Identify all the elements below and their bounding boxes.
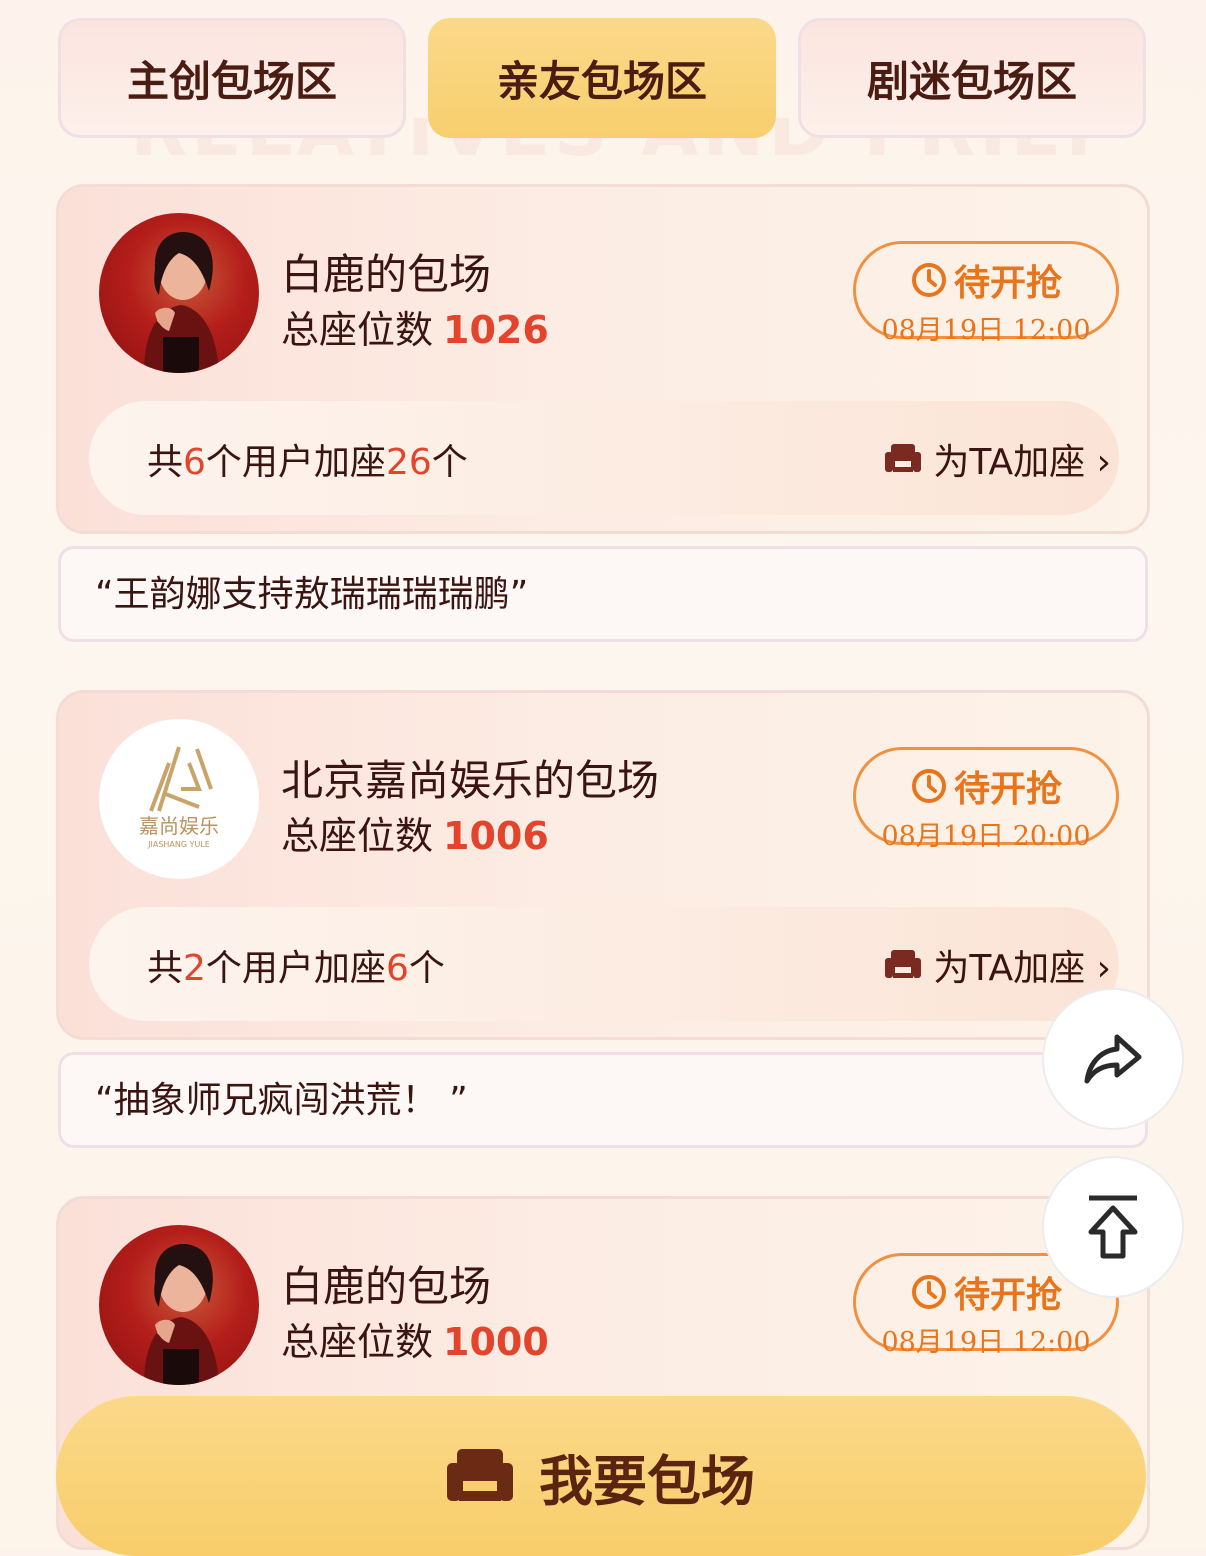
host-name: 白鹿的包场 (281, 1262, 492, 1311)
total-seats: 总座位数 1000 (281, 1320, 549, 1364)
add-seat-link[interactable]: 为TA加座 › (885, 939, 1111, 991)
join-info-bar: 共2个用户加座6个 为TA加座 › (89, 907, 1119, 1021)
status-badge[interactable]: 待开抢 08月19日 12:00 (853, 241, 1119, 346)
quote-message: “王韵娜支持敖瑞瑞瑞瑞鹏” (58, 546, 1148, 642)
join-info-bar: 共6个用户加座26个 为TA加座 › (89, 401, 1119, 515)
back-to-top-button[interactable] (1042, 1156, 1184, 1298)
add-seat-link[interactable]: 为TA加座 › (885, 433, 1111, 485)
total-seats: 总座位数 1026 (281, 308, 549, 352)
quote-message: “抽象师兄疯闯洪荒！ ” (58, 1052, 1148, 1148)
host-name: 北京嘉尚娱乐的包场 (281, 756, 660, 805)
sofa-icon (447, 1449, 513, 1501)
status-badge[interactable]: 待开抢 08月19日 20:00 (853, 747, 1119, 852)
clock-icon (911, 263, 946, 297)
avatar (99, 1225, 259, 1385)
clock-icon (911, 769, 946, 803)
back-to-top-icon (1088, 1195, 1138, 1259)
host-name: 白鹿的包场 (281, 250, 492, 299)
share-button[interactable] (1042, 988, 1184, 1130)
book-venue-button[interactable]: 我要包场 (56, 1396, 1146, 1556)
booking-card[interactable]: 白鹿的包场 总座位数 1026 待开抢 08月19日 12:00 共6个用户加座2… (56, 184, 1150, 534)
total-seats: 总座位数 1006 (281, 814, 549, 858)
share-icon (1084, 1034, 1142, 1084)
tab-bar: 主创包场区 亲友包场区 剧迷包场区 (58, 18, 1148, 140)
sofa-icon (885, 444, 922, 472)
booking-card[interactable]: 嘉尚娱乐 JIASHANG YULE 北京嘉尚娱乐的包场 总座位数 1006 待开… (56, 690, 1150, 1040)
tab-relatives-friends[interactable]: 亲友包场区 (428, 18, 776, 138)
tab-fans[interactable]: 剧迷包场区 (798, 18, 1146, 138)
company-logo: 嘉尚娱乐 JIASHANG YULE (99, 719, 259, 879)
tab-creators[interactable]: 主创包场区 (58, 18, 406, 138)
sofa-icon (885, 950, 922, 978)
join-summary: 共2个用户加座6个 (147, 948, 445, 989)
avatar (99, 213, 259, 373)
svg-text:嘉尚娱乐: 嘉尚娱乐 (139, 814, 219, 838)
svg-text:JIASHANG YULE: JIASHANG YULE (147, 840, 210, 849)
clock-icon (911, 1275, 946, 1309)
join-summary: 共6个用户加座26个 (147, 442, 468, 483)
